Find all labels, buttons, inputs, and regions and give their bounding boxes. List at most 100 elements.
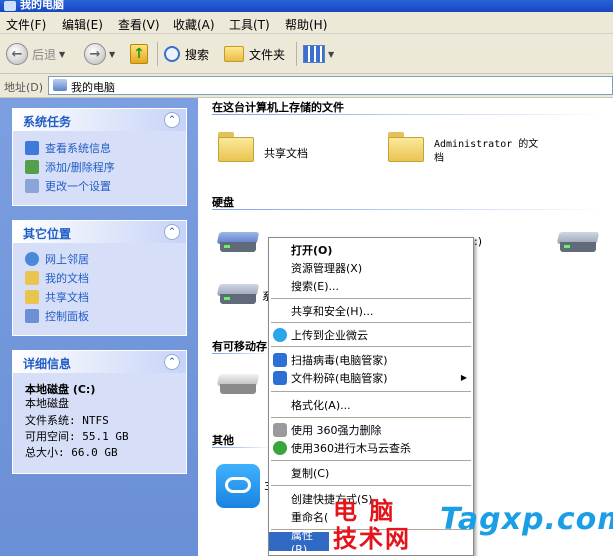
place-network[interactable]: 网上邻居 [25,250,89,268]
menu-edit[interactable]: 编辑(E) [62,16,103,33]
removable-drive-icon[interactable] [216,374,260,396]
task-add-remove-programs[interactable]: 添加/删除程序 [25,158,115,176]
ctx-search[interactable]: 搜索(E)... [269,276,473,295]
computer-icon [4,1,16,11]
menu-separator [271,322,471,323]
toolbar-separator [296,42,297,66]
forward-button[interactable]: → ▼ [84,42,115,66]
place-label: 控制面板 [45,310,89,323]
ctx-label: 使用 360强力删除 [291,423,382,437]
group-header-other: 其他 [212,434,234,447]
toolbar-separator [157,42,158,66]
up-folder-button[interactable]: ↑ [130,42,148,66]
system-tasks-title: 系统任务 [23,115,72,129]
search-icon [164,46,180,62]
ctx-label: 使用360进行木马云查杀 [291,441,411,455]
window-title: 我的电脑 [20,0,64,11]
ctx-label: 上传到企业微云 [291,328,368,342]
collapse-icon[interactable]: ⌃ [164,112,180,128]
back-button[interactable]: ← 后退 ▼ [6,42,65,66]
title-bar: 我的电脑 [0,0,613,12]
ctx-open[interactable]: 打开(O) [269,240,473,259]
local-disk-c-icon[interactable] [216,232,260,254]
details-title: 详细信息 [23,357,72,371]
group-header-removable: 有可移动存 [212,340,267,353]
views-button[interactable]: ▼ [303,42,334,66]
task-label: 添加/删除程序 [45,161,115,174]
up-folder-icon: ↑ [130,44,148,64]
search-button[interactable]: 搜索 [164,42,209,66]
ctx-properties[interactable]: 属性(R) [269,529,329,555]
ctx-explorer[interactable]: 资源管理器(X) [269,258,473,277]
place-my-documents[interactable]: 我的文档 [25,269,89,287]
ctx-360-trojan-scan[interactable]: 使用360进行木马云查杀 [269,438,473,457]
watermark-line2: 技术网 [333,525,411,553]
task-view-system-info[interactable]: 查看系统信息 [25,139,111,157]
group-divider [212,447,272,448]
forward-arrow-icon: → [84,43,106,65]
menu-favorites[interactable]: 收藏(A) [173,16,215,33]
local-disk-icon[interactable] [556,232,600,254]
ctx-file-shredder[interactable]: 文件粉碎(电脑管家) ▶ [269,368,473,387]
item-label: 共享文档 [264,147,308,160]
trash-icon [273,423,287,437]
menu-separator [271,485,471,486]
collapse-icon[interactable]: ⌃ [164,354,180,370]
menu-separator [271,417,471,418]
system-tasks-panel: 系统任务 ⌃ 查看系统信息 添加/删除程序 更改一个设置 [12,108,187,206]
folder-icon [25,271,39,285]
ctx-label: 扫描病毒(电脑管家) [291,353,388,367]
ctx-format[interactable]: 格式化(A)... [269,395,473,414]
address-label: 地址(D) [4,81,44,94]
menu-view[interactable]: 查看(V) [118,16,160,33]
details-panel: 详细信息 ⌃ 本地磁盘 (C:) 本地磁盘 文件系统: NTFS 可用空间: 5… [12,350,187,474]
menu-file[interactable]: 文件(F) [6,16,46,33]
watermark-line1: 电 脑 [333,497,396,525]
menu-separator [271,391,471,392]
ctx-upload-weiyun[interactable]: 上传到企业微云 [269,325,473,344]
ctx-label: 属性(R) [291,529,313,556]
shield-icon [273,371,287,385]
shield-icon [273,353,287,367]
place-label: 共享文档 [45,291,89,304]
place-label: 我的文档 [45,272,89,285]
views-icon [303,45,325,63]
submenu-arrow-icon: ▶ [460,373,467,382]
other-places-panel: 其它位置 ⌃ 网上邻居 我的文档 共享文档 控制面板 [12,220,187,336]
control-panel-icon [25,179,39,193]
item-label: Administrator 的文档 [434,139,539,164]
place-control-panel[interactable]: 控制面板 [25,307,89,325]
task-change-setting[interactable]: 更改一个设置 [25,177,111,195]
address-input[interactable]: 我的电脑 [48,76,613,95]
system-tasks-header[interactable]: 系统任务 ⌃ [13,109,186,131]
menu-tools[interactable]: 工具(T) [229,16,270,33]
chevron-down-icon: ▼ [109,49,116,59]
folders-button[interactable]: 文件夹 [224,42,285,66]
local-disk-icon[interactable] [216,284,260,306]
ctx-copy[interactable]: 复制(C) [269,463,473,482]
back-label: 后退 [32,47,57,62]
detail-filesystem: 文件系统: NTFS [25,414,109,427]
drive-label-partial: :) [474,235,482,248]
detail-type: 本地磁盘 [25,397,69,410]
folder-icon [218,132,254,162]
place-label: 网上邻居 [45,253,89,266]
ctx-label: 搜索(E)... [291,279,340,293]
ctx-sharing-security[interactable]: 共享和安全(H)... [269,301,473,320]
ctx-label: 重命名( [291,510,329,524]
group-header-hard-disks: 硬盘 [212,196,234,209]
detail-free-space: 可用空间: 55.1 GB [25,430,129,443]
other-places-header[interactable]: 其它位置 ⌃ [13,221,186,243]
collapse-icon[interactable]: ⌃ [164,224,180,240]
weiyun-cloud-icon[interactable] [216,464,260,508]
ctx-360-force-delete[interactable]: 使用 360强力删除 [269,420,473,439]
group-divider [212,353,272,354]
folder-icon [25,290,39,304]
place-shared-documents[interactable]: 共享文档 [25,288,89,306]
item-administrator-documents[interactable]: Administrator 的文档 [388,132,603,172]
ctx-scan-virus[interactable]: 扫描病毒(电脑管家) [269,350,473,369]
menu-help[interactable]: 帮助(H) [285,16,327,33]
details-header[interactable]: 详细信息 ⌃ [13,351,186,373]
other-places-title: 其它位置 [23,227,72,241]
item-shared-documents[interactable]: 共享文档 [218,132,338,172]
